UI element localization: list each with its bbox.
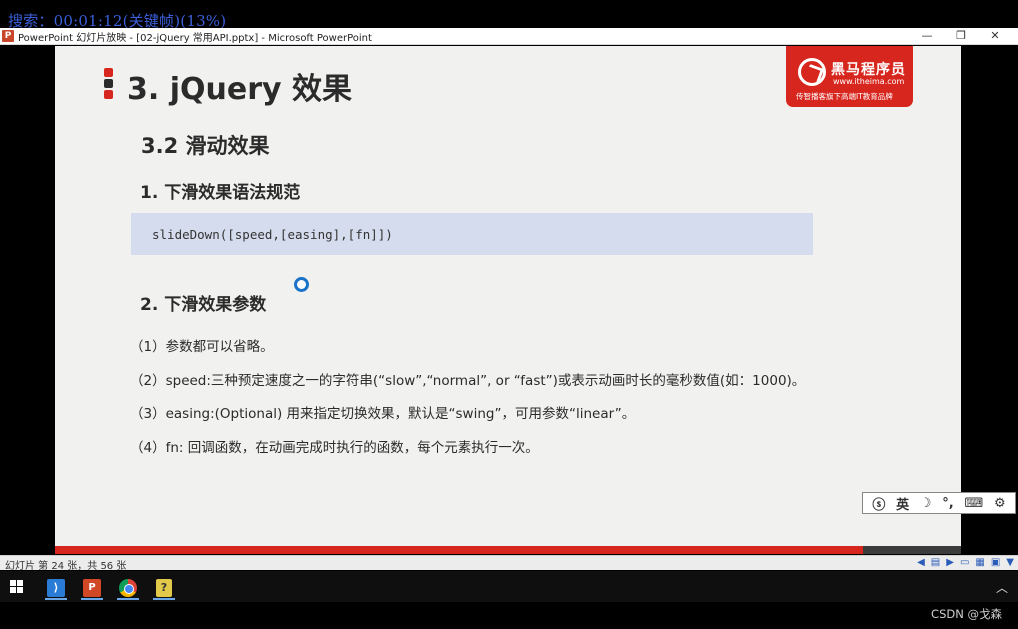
watermark: CSDN @戈森 <box>931 607 1002 621</box>
slide-footer-dark <box>863 546 961 554</box>
slide-title: 3. jQuery 效果 <box>127 72 352 107</box>
taskbar-tool[interactable]: ? <box>149 574 179 601</box>
restore-button[interactable]: ❐ <box>944 28 978 45</box>
logo-tagline: 传智播客旗下高端IT教育品牌 <box>796 92 893 101</box>
slide[interactable]: 3. jQuery 效果 黑马程序员 www.itheima.com 传智播客旗… <box>55 46 961 554</box>
taskbar: ⟩ P ? ︿ <box>0 571 1018 602</box>
sorter-view-icon[interactable]: ▦ <box>975 557 984 568</box>
status-bar: 幻灯片 第 24 张，共 56 张 ◀ ▤ ▶ ▭ ▦ ▣ ▼ <box>0 555 1018 572</box>
tray-expand-icon[interactable]: ︿ <box>996 579 1008 596</box>
reading-view-icon[interactable]: ▣ <box>991 557 1000 568</box>
next-slide-icon[interactable]: ▶ <box>946 557 954 568</box>
window-titlebar: P PowerPoint 幻灯片放映 - [02-jQuery 常用API.pp… <box>0 28 1018 45</box>
menu-icon[interactable]: ▤ <box>931 557 940 568</box>
param-item: （2）speed:三种预定速度之一的字符串(“slow”,“normal”, o… <box>130 373 806 389</box>
active-indicator <box>117 598 139 600</box>
slide-footer-bar <box>55 546 961 554</box>
param-item: （1）参数都可以省略。 <box>130 339 274 355</box>
ime-halfwidth-icon[interactable]: ☽ <box>920 496 932 511</box>
minimize-button[interactable]: — <box>910 28 944 45</box>
params-heading: 2. 下滑效果参数 <box>140 295 267 315</box>
section-marker-block <box>104 79 113 88</box>
section-marker-block <box>104 68 113 77</box>
slideshow-view-icon[interactable]: ▼ <box>1006 557 1014 568</box>
close-button[interactable]: ✕ <box>978 28 1012 45</box>
screen: 搜索：00:01:12(关键帧)(13%) P PowerPoint 幻灯片放映… <box>0 0 1018 629</box>
logo-name: 黑马程序员 <box>831 62 906 78</box>
powerpoint-app-icon[interactable]: P <box>2 30 14 42</box>
status-controls: ◀ ▤ ▶ ▭ ▦ ▣ ▼ <box>917 557 1014 568</box>
window-controls: — ❐ ✕ <box>910 28 1012 45</box>
horse-logo-icon <box>798 58 826 86</box>
powerpoint-icon: P <box>83 578 101 597</box>
ime-settings-icon[interactable]: ⚙ <box>994 496 1006 511</box>
pointer-cursor-icon <box>294 277 309 292</box>
windows-start-icon[interactable] <box>10 580 24 594</box>
taskbar-vscode[interactable]: ⟩ <box>41 574 71 601</box>
vscode-icon: ⟩ <box>47 578 65 597</box>
ime-language-toggle[interactable]: 英 <box>896 494 909 513</box>
tool-icon: ? <box>156 578 172 597</box>
section-marker-icon <box>104 68 114 101</box>
param-item: （4）fn: 回调函数，在动画完成时执行的函数，每个元素执行一次。 <box>130 440 539 456</box>
code-block: slideDown([speed,[easing],[fn]]) <box>131 213 813 255</box>
chrome-icon <box>119 578 137 597</box>
active-indicator <box>45 598 67 600</box>
ime-keyboard-icon[interactable]: ⌨ <box>964 496 983 511</box>
itheima-logo: 黑马程序员 www.itheima.com 传智播客旗下高端IT教育品牌 <box>786 46 913 107</box>
active-indicator <box>153 598 175 600</box>
slide-counter: 幻灯片 第 24 张，共 56 张 <box>5 561 127 572</box>
ime-logo-icon[interactable]: ⓢ <box>872 494 885 513</box>
active-indicator <box>81 598 103 600</box>
window-title: PowerPoint 幻灯片放映 - [02-jQuery 常用API.pptx… <box>18 32 372 44</box>
ime-punctuation-icon[interactable]: °, <box>942 496 953 511</box>
section-marker-block <box>104 90 113 99</box>
syntax-heading: 1. 下滑效果语法规范 <box>140 183 301 203</box>
param-item: （3）easing:(Optional) 用来指定切换效果，默认是“swing”… <box>130 406 636 422</box>
taskbar-powerpoint[interactable]: P <box>77 574 107 601</box>
ime-toolbar: ⓢ 英 ☽ °, ⌨ ⚙ <box>862 492 1016 514</box>
code-text: slideDown([speed,[easing],[fn]]) <box>152 227 393 242</box>
previous-slide-icon[interactable]: ◀ <box>917 557 925 568</box>
logo-url: www.itheima.com <box>833 77 905 86</box>
taskbar-chrome[interactable] <box>113 574 143 601</box>
normal-view-icon[interactable]: ▭ <box>960 557 969 568</box>
slideshow-stage: 3. jQuery 效果 黑马程序员 www.itheima.com 传智播客旗… <box>0 46 1018 554</box>
slide-subtitle: 3.2 滑动效果 <box>141 134 270 158</box>
